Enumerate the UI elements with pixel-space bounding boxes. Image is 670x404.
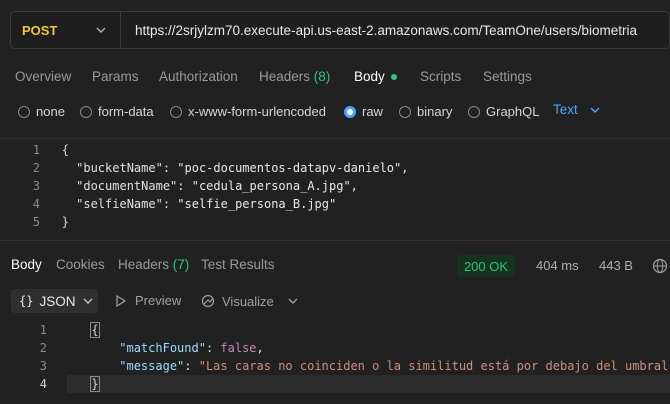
preview-button[interactable]: Preview <box>115 293 181 308</box>
request-body-editor[interactable]: 1 { 2 "bucketName": "poc-documentos-data… <box>0 138 670 241</box>
code-line: 5 } <box>0 213 69 231</box>
body-format-label: Text <box>553 102 578 117</box>
tab-test-results[interactable]: Test Results <box>201 257 275 272</box>
line-number: 4 <box>39 377 47 391</box>
line-number: 2 <box>32 161 40 175</box>
radio-selected-icon <box>344 105 356 118</box>
url-input[interactable]: https://2srjylzm70.execute-api.us-east-2… <box>121 23 637 38</box>
code-line: 1 { <box>0 321 100 339</box>
tab-scripts[interactable]: Scripts <box>420 69 461 84</box>
radio-label: form-data <box>98 104 154 119</box>
tab-cookies[interactable]: Cookies <box>56 257 105 272</box>
json-value: "cedula_persona_A.jpg", <box>191 179 358 193</box>
response-body-viewer[interactable]: 1 { 2 "matchFound": false, 3 "message": … <box>0 320 670 404</box>
response-time[interactable]: 404 ms <box>536 258 579 273</box>
json-value: "poc-documentos-datapv-danielo", <box>177 161 409 175</box>
globe-icon[interactable] <box>652 258 668 274</box>
radio-circle-icon <box>399 105 411 118</box>
json-key: "message" <box>119 359 185 373</box>
code-line: 2 "bucketName": "poc-documentos-datapv-d… <box>0 159 409 177</box>
json-key: "bucketName" <box>76 161 163 175</box>
radio-raw[interactable]: raw <box>344 104 383 119</box>
radio-label: none <box>36 104 65 119</box>
code-line: 3 "message": "Las caras no coinciden o l… <box>0 357 670 375</box>
status-badge[interactable]: 200 OK <box>457 255 515 277</box>
code-brace: } <box>90 376 100 392</box>
tab-headers-label: Headers <box>259 68 311 84</box>
code-line: 1 { <box>0 141 69 159</box>
radio-label: GraphQL <box>486 104 540 119</box>
visualize-button[interactable]: Visualize <box>200 293 274 309</box>
radio-circle-icon <box>170 105 182 118</box>
code-line: 2 "matchFound": false, <box>0 339 264 357</box>
json-value: "selfie_persona_B.jpg" <box>177 197 337 211</box>
preview-label: Preview <box>135 293 182 308</box>
line-number: 2 <box>39 341 47 355</box>
chevron-down-icon[interactable] <box>288 296 298 306</box>
visualize-icon <box>201 294 215 308</box>
radio-circle-icon <box>80 105 92 118</box>
json-key: "selfieName" <box>76 197 163 211</box>
tab-settings[interactable]: Settings <box>483 69 532 84</box>
url-bar: POST https://2srjylzm70.execute-api.us-e… <box>10 11 670 49</box>
radio-graphql[interactable]: GraphQL <box>468 104 539 119</box>
method-label: POST <box>22 22 58 38</box>
line-number: 3 <box>39 359 47 373</box>
response-toolbar: {} JSON Preview Visualize <box>0 289 670 313</box>
json-value: "Las caras no coinciden o la similitud e… <box>198 359 670 373</box>
chevron-down-icon <box>96 27 106 33</box>
radio-binary[interactable]: binary <box>399 104 452 119</box>
code-line: 3 "documentName": "cedula_persona_A.jpg"… <box>0 177 358 195</box>
chevron-down-icon <box>590 107 600 113</box>
braces-icon: {} <box>19 294 34 308</box>
response-tabs: Body Cookies Headers (7) Test Results 20… <box>0 255 670 277</box>
response-format-select[interactable]: {} JSON <box>11 289 98 313</box>
line-number: 5 <box>32 215 40 229</box>
tab-body[interactable]: Body <box>354 69 397 84</box>
visualize-label: Visualize <box>222 293 274 309</box>
tab-headers[interactable]: Headers (8) <box>259 69 330 84</box>
body-format-select[interactable]: Text <box>553 102 600 117</box>
code-brace: { <box>90 322 100 338</box>
radio-none[interactable]: none <box>18 104 65 119</box>
radio-x-www-form-urlencoded[interactable]: x-www-form-urlencoded <box>170 104 326 119</box>
response-format-label: JSON <box>39 293 76 309</box>
radio-label: binary <box>417 104 453 119</box>
method-select[interactable]: POST <box>11 12 121 48</box>
code-line: 4 } <box>0 375 100 393</box>
headers-count: (8) <box>313 68 331 84</box>
play-icon <box>116 294 127 307</box>
current-line-highlight <box>67 375 670 393</box>
code-brace: } <box>61 215 69 229</box>
tab-response-headers-label: Headers <box>118 257 170 272</box>
code-brace: { <box>61 143 69 157</box>
response-size[interactable]: 443 B <box>599 258 633 273</box>
modified-dot-icon <box>390 73 397 80</box>
radio-circle-icon <box>468 105 480 118</box>
tab-response-body[interactable]: Body <box>11 257 42 272</box>
chevron-down-icon <box>83 298 93 304</box>
radio-label: x-www-form-urlencoded <box>188 104 326 119</box>
body-type-selector: none form-data x-www-form-urlencoded raw… <box>0 100 670 122</box>
json-value: false <box>220 341 257 355</box>
line-number: 1 <box>39 323 47 337</box>
tab-body-label: Body <box>354 68 385 84</box>
json-key: "matchFound" <box>119 341 206 355</box>
tab-overview[interactable]: Overview <box>15 69 71 84</box>
tab-response-headers[interactable]: Headers (7) <box>118 257 189 272</box>
line-number: 3 <box>32 179 40 193</box>
line-number: 1 <box>32 143 40 157</box>
radio-circle-icon <box>18 105 30 118</box>
tab-params[interactable]: Params <box>92 69 139 84</box>
json-key: "documentName" <box>76 179 178 193</box>
tab-authorization[interactable]: Authorization <box>159 69 238 84</box>
radio-form-data[interactable]: form-data <box>80 104 154 119</box>
response-headers-count: (7) <box>172 257 190 272</box>
code-line: 4 "selfieName": "selfie_persona_B.jpg" <box>0 195 336 213</box>
radio-label: raw <box>362 104 383 119</box>
line-number: 4 <box>32 197 40 211</box>
